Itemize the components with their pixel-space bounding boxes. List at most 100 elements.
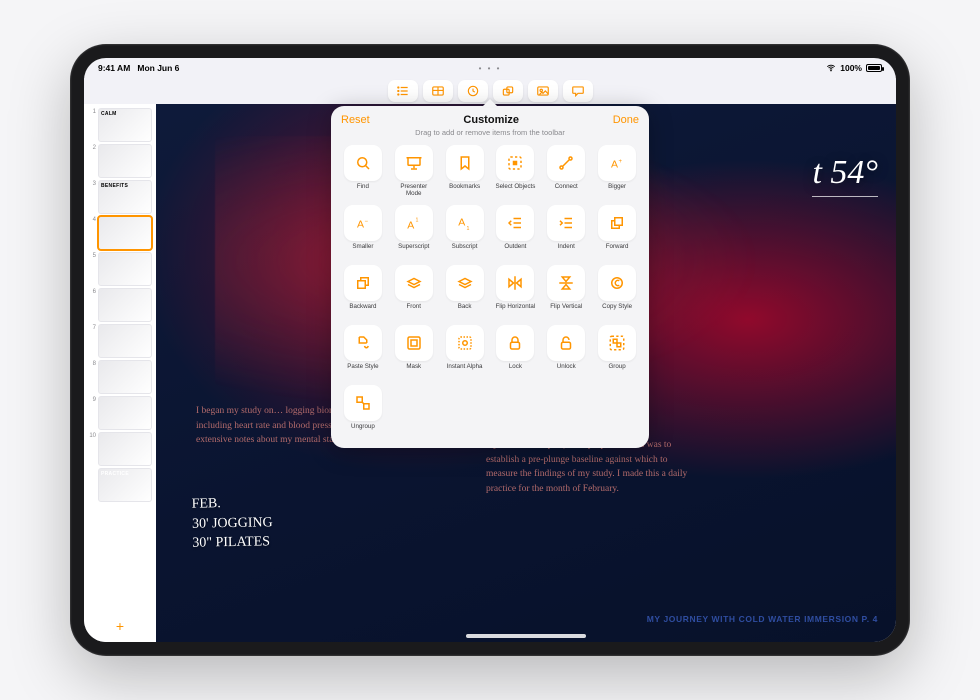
home-indicator[interactable] bbox=[466, 634, 586, 638]
tool-paste-style[interactable]: Paste Style bbox=[341, 325, 385, 378]
front-icon-tile[interactable] bbox=[395, 265, 433, 301]
slide-thumb[interactable] bbox=[98, 144, 152, 178]
back-icon-tile[interactable] bbox=[446, 265, 484, 301]
tool-ungroup[interactable]: Ungroup bbox=[341, 385, 385, 438]
tool-connect[interactable]: Connect bbox=[544, 145, 588, 198]
comment-icon bbox=[571, 84, 585, 98]
tool-indent[interactable]: Indent bbox=[544, 205, 588, 258]
tool-presenter[interactable]: Presenter Mode bbox=[392, 145, 436, 198]
toolbar-comment-button[interactable] bbox=[563, 80, 593, 102]
clock-icon bbox=[466, 84, 480, 98]
tool-label: Back bbox=[458, 304, 472, 318]
tool-bigger-text[interactable]: A+ Bigger bbox=[595, 145, 639, 198]
tool-label: Flip Vertical bbox=[550, 304, 582, 318]
tool-smaller-text[interactable]: A− Smaller bbox=[341, 205, 385, 258]
tool-label: Bigger bbox=[608, 184, 626, 198]
unlock-icon-tile[interactable] bbox=[547, 325, 585, 361]
indent-icon-tile[interactable] bbox=[547, 205, 585, 241]
handwritten-note: FEB. 30' JOGGING 30" PILATES bbox=[191, 493, 273, 553]
copy-style-icon-tile[interactable] bbox=[598, 265, 636, 301]
tool-search[interactable]: Find bbox=[341, 145, 385, 198]
tool-label: Subscript bbox=[452, 244, 478, 258]
tool-back[interactable]: Back bbox=[443, 265, 487, 318]
search-icon-tile[interactable] bbox=[344, 145, 382, 181]
tool-superscript[interactable]: A1Superscript bbox=[392, 205, 436, 258]
instant-alpha-icon-tile[interactable] bbox=[446, 325, 484, 361]
slide-thumb[interactable] bbox=[98, 432, 152, 466]
tool-group[interactable]: Group bbox=[595, 325, 639, 378]
toolbar-photo-button[interactable] bbox=[528, 80, 558, 102]
slide-thumb[interactable] bbox=[98, 252, 152, 286]
flip-horizontal-icon-tile[interactable] bbox=[496, 265, 534, 301]
tool-label: Presenter Mode bbox=[392, 184, 436, 198]
tool-label: Front bbox=[407, 304, 421, 318]
battery-icon bbox=[866, 64, 882, 72]
bigger-text-icon-tile[interactable]: A+ bbox=[598, 145, 636, 181]
battery-pct: 100% bbox=[840, 63, 862, 73]
connect-icon-tile[interactable] bbox=[547, 145, 585, 181]
slide-thumb[interactable] bbox=[98, 216, 152, 250]
backward-icon-tile[interactable] bbox=[344, 265, 382, 301]
svg-text:A: A bbox=[611, 159, 618, 171]
svg-text:+: + bbox=[619, 159, 623, 165]
reset-button[interactable]: Reset bbox=[341, 114, 370, 126]
slide-thumb[interactable] bbox=[98, 360, 152, 394]
slide-thumb[interactable]: CALM bbox=[98, 108, 152, 142]
tool-label: Smaller bbox=[352, 244, 373, 258]
slide-thumb[interactable]: BENEFITS bbox=[98, 180, 152, 214]
tool-label: Instant Alpha bbox=[447, 364, 483, 378]
group-icon-tile[interactable] bbox=[598, 325, 636, 361]
superscript-icon-tile[interactable]: A1 bbox=[395, 205, 433, 241]
screen: 9:41 AM Mon Jun 6 100% • • • bbox=[84, 58, 896, 642]
slide-thumb[interactable] bbox=[98, 324, 152, 358]
tool-label: Group bbox=[608, 364, 625, 378]
slide-thumb[interactable] bbox=[98, 288, 152, 322]
flip-vertical-icon-tile[interactable] bbox=[547, 265, 585, 301]
tool-flip-horizontal[interactable]: Flip Horizontal bbox=[493, 265, 537, 318]
forward-icon-tile[interactable] bbox=[598, 205, 636, 241]
toolbar-table-button[interactable] bbox=[423, 80, 453, 102]
select-objects-icon-tile[interactable] bbox=[496, 145, 534, 181]
tool-unlock[interactable]: Unlock bbox=[544, 325, 588, 378]
tool-label: Paste Style bbox=[347, 364, 378, 378]
status-time: 9:41 AM bbox=[98, 63, 130, 73]
smaller-text-icon-tile[interactable]: A− bbox=[344, 205, 382, 241]
tool-mask[interactable]: Mask bbox=[392, 325, 436, 378]
tool-label: Lock bbox=[509, 364, 522, 378]
tool-subscript[interactable]: A1 Subscript bbox=[443, 205, 487, 258]
ipad-frame: 9:41 AM Mon Jun 6 100% • • • bbox=[70, 44, 910, 656]
tool-copy-style[interactable]: Copy Style bbox=[595, 265, 639, 318]
mask-icon-tile[interactable] bbox=[395, 325, 433, 361]
subscript-icon-tile[interactable]: A1 bbox=[446, 205, 484, 241]
slide-thumb[interactable]: PRACTICE bbox=[98, 468, 152, 502]
svg-text:1: 1 bbox=[415, 218, 418, 224]
photo-icon bbox=[536, 84, 550, 98]
slide-headline: t 54° bbox=[812, 154, 878, 197]
add-slide-button[interactable]: + bbox=[88, 614, 152, 638]
bookmark-icon-tile[interactable] bbox=[446, 145, 484, 181]
paste-style-icon-tile[interactable] bbox=[344, 325, 382, 361]
popover-subtitle: Drag to add or remove items from the too… bbox=[341, 128, 639, 137]
slide-navigator[interactable]: 1CALM 2 3BENEFITS 4 5 6 7 8 9 10 10PRACT… bbox=[84, 104, 156, 642]
list-icon bbox=[396, 84, 410, 98]
tool-flip-vertical[interactable]: Flip Vertical bbox=[544, 265, 588, 318]
tool-front[interactable]: Front bbox=[392, 265, 436, 318]
tool-outdent[interactable]: Outdent bbox=[493, 205, 537, 258]
ungroup-icon-tile[interactable] bbox=[344, 385, 382, 421]
tool-instant-alpha[interactable]: Instant Alpha bbox=[443, 325, 487, 378]
lock-icon-tile[interactable] bbox=[496, 325, 534, 361]
slide-thumb[interactable] bbox=[98, 396, 152, 430]
tool-label: Forward bbox=[606, 244, 629, 258]
outdent-icon-tile[interactable] bbox=[496, 205, 534, 241]
table-icon bbox=[431, 84, 445, 98]
tool-lock[interactable]: Lock bbox=[493, 325, 537, 378]
multitask-dots-icon[interactable]: • • • bbox=[479, 64, 502, 73]
tool-backward[interactable]: Backward bbox=[341, 265, 385, 318]
tool-label: Bookmarks bbox=[449, 184, 480, 198]
tool-forward[interactable]: Forward bbox=[595, 205, 639, 258]
presenter-icon-tile[interactable] bbox=[395, 145, 433, 181]
toolbar-list-button[interactable] bbox=[388, 80, 418, 102]
tool-bookmark[interactable]: Bookmarks bbox=[443, 145, 487, 198]
done-button[interactable]: Done bbox=[613, 114, 639, 126]
tool-select-objects[interactable]: Select Objects bbox=[493, 145, 537, 198]
